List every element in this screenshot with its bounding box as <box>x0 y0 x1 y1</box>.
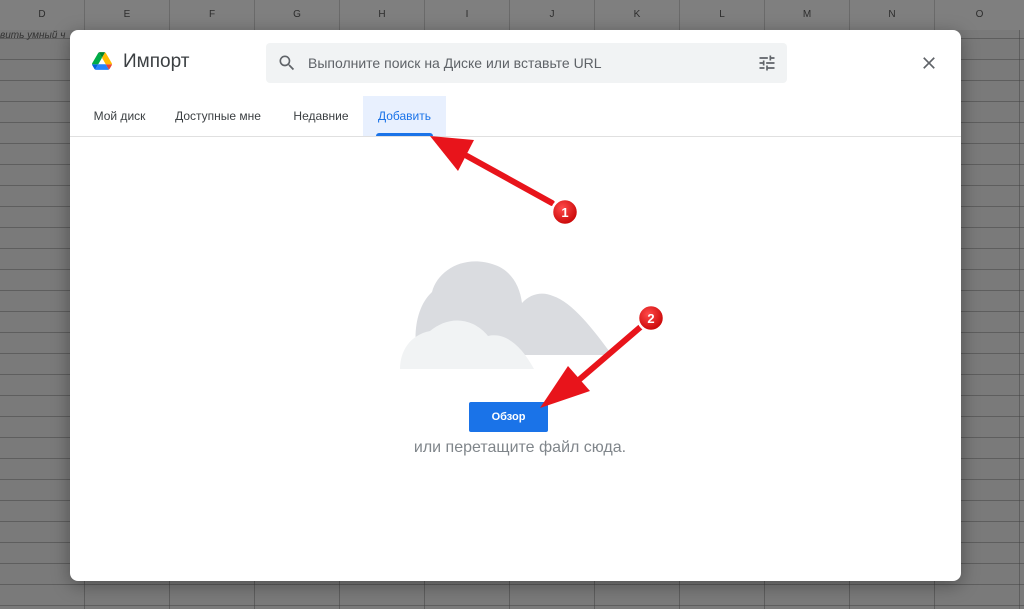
import-dialog: Импорт Мой диск Доступные мне Недавние <box>70 30 961 581</box>
cell-text: вить умный ч <box>0 30 66 41</box>
tab-label: Добавить <box>377 109 432 123</box>
close-icon[interactable] <box>919 53 939 73</box>
column-header-d[interactable]: D <box>0 0 85 30</box>
dialog-title: Импорт <box>123 51 190 72</box>
column-header-l[interactable]: L <box>680 0 765 30</box>
tab-shared-with-me[interactable]: Доступные мне <box>167 96 269 136</box>
tab-upload[interactable]: Добавить <box>363 96 446 136</box>
column-header-f[interactable]: F <box>170 0 255 30</box>
tab-my-drive[interactable]: Мой диск <box>80 96 159 136</box>
browse-button[interactable]: Обзор <box>469 402 548 432</box>
cloud-illustration-icon <box>400 261 612 369</box>
search-options-icon[interactable] <box>757 53 777 73</box>
column-header-row: D E F G H I J K L M N O <box>0 0 1024 31</box>
screen: D E F G H I J K L M N O вить умный ч Имп… <box>0 0 1024 609</box>
column-header-h[interactable]: H <box>340 0 425 30</box>
tab-label: Недавние <box>293 109 349 123</box>
column-header-n[interactable]: N <box>850 0 935 30</box>
search-input[interactable] <box>308 43 738 83</box>
active-tab-indicator <box>376 133 433 136</box>
column-header-i[interactable]: I <box>425 0 510 30</box>
tab-label: Доступные мне <box>175 109 261 123</box>
column-header-m[interactable]: M <box>765 0 850 30</box>
column-header-e[interactable]: E <box>85 0 170 30</box>
drag-drop-hint: или перетащите файл сюда. <box>413 439 627 456</box>
google-drive-logo-icon <box>92 52 112 70</box>
column-header-g[interactable]: G <box>255 0 340 30</box>
tab-label: Мой диск <box>93 109 146 123</box>
column-header-k[interactable]: K <box>595 0 680 30</box>
tab-recent[interactable]: Недавние <box>284 96 358 136</box>
search-box[interactable] <box>266 43 787 83</box>
column-header-j[interactable]: J <box>510 0 595 30</box>
tab-bar: Мой диск Доступные мне Недавние Добавить <box>70 96 961 137</box>
column-header-o[interactable]: O <box>935 0 1024 30</box>
search-icon[interactable] <box>277 53 297 73</box>
